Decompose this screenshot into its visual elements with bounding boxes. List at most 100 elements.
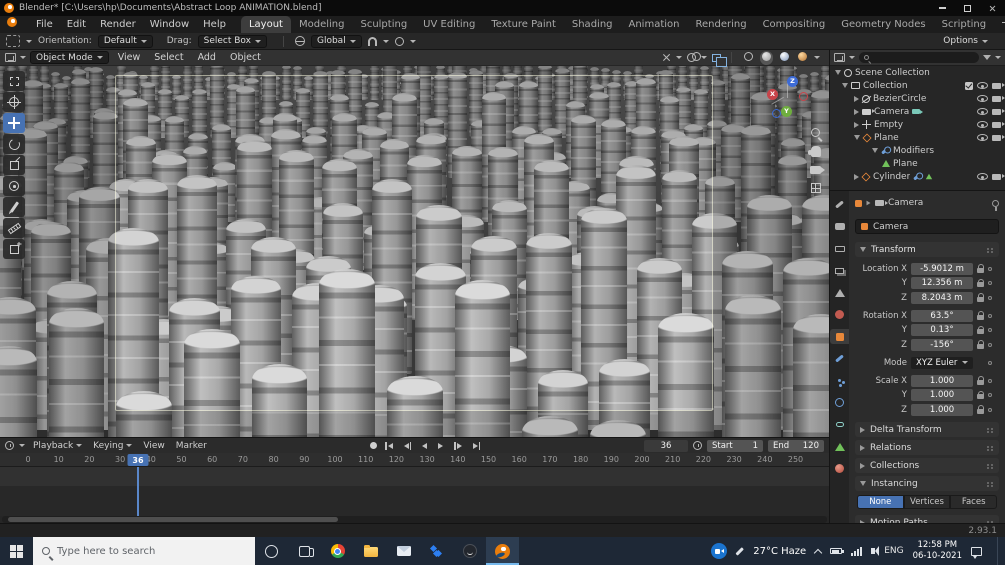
menu-window[interactable]: Window [143,16,196,33]
taskbar-app-blender[interactable] [486,537,519,565]
workspace-tab-scripting[interactable]: Scripting [934,16,994,33]
language-indicator[interactable]: ENG [884,546,903,556]
decorator-dot-icon[interactable] [988,295,992,300]
task-view-button[interactable] [288,537,321,565]
gizmo-z-neg-axis[interactable] [772,109,781,118]
transform-orientation-dropdown[interactable]: Global [310,34,362,48]
render-visibility-icon[interactable] [992,134,1005,141]
notification-center-icon[interactable] [971,546,982,559]
workspace-tab-geometry-nodes[interactable]: Geometry Nodes [833,16,933,33]
start-button[interactable] [0,537,33,565]
disclosure-icon[interactable] [854,135,860,140]
timeline-menu-keying[interactable]: Keying [90,441,135,451]
camera-view-icon[interactable] [810,166,825,174]
lock-icon[interactable] [977,325,984,334]
show-desktop-button[interactable] [997,537,1001,565]
rotation-x-field[interactable]: 63.5° [911,309,973,322]
timeline-tracks[interactable] [0,467,829,516]
outliner-editor-caret-icon[interactable] [849,56,855,59]
filter-icon[interactable] [983,55,991,60]
orientation-dropdown[interactable]: Default [97,34,153,48]
start-frame-field[interactable]: Start 1 [707,439,763,452]
disclosure-icon[interactable] [872,148,878,153]
lock-icon[interactable] [977,405,984,414]
location-y-field[interactable]: 12.356 m [911,277,973,289]
timeline-menu-view[interactable]: View [140,441,167,451]
lock-icon[interactable] [977,264,984,273]
auto-keying-record-icon[interactable] [370,442,378,449]
props-tab-render[interactable] [830,219,849,234]
props-tab-view-layer[interactable] [830,263,849,278]
play-button[interactable] [435,442,446,449]
timeline-editor-caret-icon[interactable] [19,444,25,447]
instancing-faces-button[interactable]: Faces [950,495,998,509]
props-tab-output[interactable] [830,241,849,256]
render-visibility-icon[interactable] [992,95,1005,102]
battery-icon[interactable] [830,548,844,554]
proportional-editing-icon[interactable] [394,36,404,46]
tool-add-cube[interactable] [3,239,25,259]
instancing-vertices-button[interactable]: Vertices [903,495,951,509]
outliner-row-cylinder[interactable]: Cylinder [830,170,1005,183]
outliner-row-beziercircle[interactable]: BezierCircle [830,92,1005,105]
meet-now-button[interactable] [702,537,735,565]
gizmo-y-axis[interactable]: Y [781,106,792,117]
tool-transform[interactable] [3,176,25,196]
outliner-search-input[interactable] [859,52,979,63]
gizmo-x-neg-axis[interactable] [799,92,808,101]
tool-rotate[interactable] [3,134,25,154]
tool-scale[interactable] [3,155,25,175]
options-dropdown[interactable]: Options [938,35,993,48]
disclosure-icon[interactable] [854,173,859,180]
instancing-none-button[interactable]: None [857,495,904,509]
workspace-tab-rendering[interactable]: Rendering [687,16,754,33]
menu-edit[interactable]: Edit [60,16,93,33]
section-delta-transform[interactable]: Delta Transform [855,422,999,437]
lock-icon[interactable] [977,340,984,349]
scale-z-field[interactable]: 1.000 [911,403,973,416]
current-frame-field[interactable]: 36 [644,439,688,452]
tool-caret-icon[interactable] [26,39,32,43]
pin-icon[interactable] [992,199,999,211]
close-button[interactable] [980,0,1005,16]
lock-icon[interactable] [977,278,984,287]
timeline-menu-playback[interactable]: Playback [30,441,85,451]
xray-toggle-icon[interactable] [712,53,727,67]
gizmos-toggle-icon[interactable] [662,53,671,62]
drag-dropdown[interactable]: Select Box [197,34,267,48]
timeline-ruler[interactable]: 36 0 10 20 30 40 50 60 70 80 90 100 110 120 130 140 150… [0,453,829,467]
pen-tray-icon[interactable] [735,546,744,556]
mode-dropdown[interactable]: Object Mode [30,51,109,64]
play-reverse-button[interactable] [419,442,430,449]
decorator-dot-icon[interactable] [988,266,992,271]
taskbar-clock[interactable]: 12:58 PM 06-10-2021 [913,540,962,561]
shading-material-button[interactable] [778,51,791,65]
render-visibility-icon[interactable] [992,121,1005,128]
render-visibility-icon[interactable] [992,173,1005,180]
decorator-dot-icon[interactable] [988,378,992,383]
proportional-falloff-caret-icon[interactable] [409,39,416,43]
taskbar-app-mail[interactable] [387,537,420,565]
snap-magnet-icon[interactable] [367,36,377,46]
outliner-row-plane-data[interactable]: Plane [830,157,1005,170]
lock-icon[interactable] [977,390,984,399]
filter-caret-icon[interactable] [995,56,1001,59]
playhead-line[interactable] [137,467,139,516]
hide-eye-icon[interactable] [977,82,988,89]
props-tab-particles[interactable] [830,373,849,388]
shading-solid-button[interactable] [760,50,773,65]
disclosure-icon[interactable] [854,121,859,128]
outliner-row-collection[interactable]: Collection [830,79,1005,92]
tool-select-box[interactable] [3,71,25,91]
timeline-menu-marker[interactable]: Marker [173,441,210,451]
menu-render[interactable]: Render [93,16,143,33]
outliner-row-modifiers[interactable]: Modifiers [830,144,1005,157]
editor-type-icon[interactable] [5,53,16,62]
disclosure-icon[interactable] [835,70,841,75]
decorator-dot-icon[interactable] [988,281,992,285]
network-icon[interactable] [851,546,863,556]
overlays-toggle-icon[interactable] [687,52,701,62]
playhead-badge[interactable]: 36 [127,454,149,466]
outliner-row-empty[interactable]: Empty [830,118,1005,131]
render-visibility-icon[interactable] [992,108,1005,115]
